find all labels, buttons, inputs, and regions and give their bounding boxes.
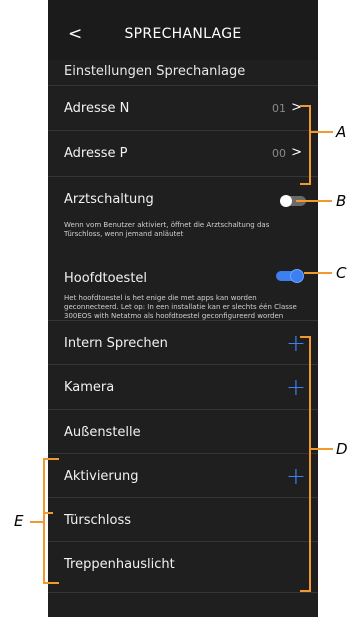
list-row-label: Aktivierung: [64, 469, 139, 484]
hoofdtoestel-description: Het hoofdtoestel is het enige die met ap…: [64, 294, 297, 320]
app-header: < SPRECHANLAGE: [48, 0, 318, 60]
callout-c-line: [304, 272, 332, 274]
add-icon[interactable]: +: [286, 329, 306, 357]
callout-a-line: [309, 131, 333, 133]
callout-e-tick-top: [43, 458, 59, 460]
callout-a-bracket: [309, 105, 311, 185]
address-n-label: Adresse N: [64, 101, 130, 116]
address-p-label: Adresse P: [64, 146, 128, 161]
callout-d-bracket: [309, 336, 311, 592]
callout-d-tick-bottom: [300, 590, 310, 592]
callout-e-tick-bottom: [43, 582, 59, 584]
toggle-knob: [280, 195, 292, 207]
page-title: SPRECHANLAGE: [124, 26, 242, 42]
section-title: Einstellungen Sprechanlage: [64, 64, 246, 79]
callout-d-tick-top: [300, 336, 310, 338]
list-row-aktivierung[interactable]: Aktivierung +: [48, 453, 318, 498]
list-row-treppenhauslicht[interactable]: Treppenhauslicht: [48, 541, 318, 593]
list-row-label: Intern Sprechen: [64, 336, 168, 351]
list-row-label: Türschloss: [64, 513, 132, 528]
callout-c-label: C: [336, 264, 347, 282]
list-row-label: Treppenhauslicht: [64, 557, 175, 572]
phone-screen: < SPRECHANLAGE Einstellungen Sprechanlag…: [48, 0, 318, 617]
arztschaltung-label: Arztschaltung: [64, 192, 154, 207]
list-row-kamera[interactable]: Kamera +: [48, 364, 318, 409]
address-n-row[interactable]: Adresse N 01 >: [48, 85, 318, 130]
list-row-intern-sprechen[interactable]: Intern Sprechen +: [48, 320, 318, 365]
callout-e-line: [30, 521, 44, 523]
list-row-tuerschloss[interactable]: Türschloss: [48, 497, 318, 542]
chevron-right-icon: >: [291, 100, 302, 115]
chevron-right-icon: >: [291, 145, 302, 160]
list-row-label: Außenstelle: [64, 425, 141, 440]
hoofdtoestel-row: Hoofdtoestel Het hoofdtoestel is het eni…: [48, 251, 318, 331]
callout-d-line: [309, 448, 333, 450]
toggle-knob: [290, 269, 304, 283]
hoofdtoestel-toggle[interactable]: [276, 269, 304, 283]
callout-e-label: E: [14, 512, 24, 530]
list-row-aussenstelle[interactable]: Außenstelle: [48, 409, 318, 454]
callout-e-tick-middle: [43, 512, 53, 514]
callout-b-label: B: [336, 192, 347, 210]
hoofdtoestel-label: Hoofdtoestel: [64, 271, 148, 286]
arztschaltung-row: Arztschaltung Wenn vom Benutzer aktivier…: [48, 176, 318, 251]
callout-a-tick-top: [300, 105, 310, 107]
callout-a-label: A: [336, 123, 347, 141]
add-icon[interactable]: +: [286, 373, 306, 401]
callout-a-tick-bottom: [300, 183, 310, 185]
address-p-row[interactable]: Adresse P 00 >: [48, 130, 318, 175]
callout-b-line: [296, 200, 332, 202]
address-n-value: 01: [272, 102, 286, 115]
address-p-value: 00: [272, 147, 286, 160]
callout-d-label: D: [336, 440, 348, 458]
add-icon[interactable]: +: [286, 462, 306, 490]
arztschaltung-description: Wenn vom Benutzer aktiviert, öffnet die …: [64, 221, 270, 238]
list-row-label: Kamera: [64, 380, 115, 395]
